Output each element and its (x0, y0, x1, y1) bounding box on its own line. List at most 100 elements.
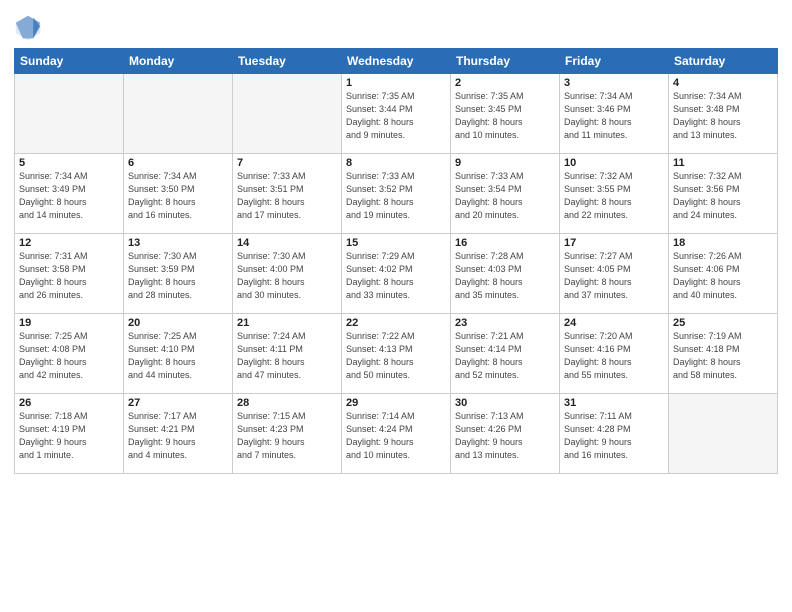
day-info: Sunrise: 7:32 AM Sunset: 3:56 PM Dayligh… (673, 170, 773, 222)
day-number: 5 (19, 157, 119, 169)
calendar-cell: 26Sunrise: 7:18 AM Sunset: 4:19 PM Dayli… (15, 394, 124, 474)
calendar-cell: 3Sunrise: 7:34 AM Sunset: 3:46 PM Daylig… (560, 74, 669, 154)
day-info: Sunrise: 7:30 AM Sunset: 3:59 PM Dayligh… (128, 250, 228, 302)
calendar-cell: 1Sunrise: 7:35 AM Sunset: 3:44 PM Daylig… (342, 74, 451, 154)
calendar-cell: 9Sunrise: 7:33 AM Sunset: 3:54 PM Daylig… (451, 154, 560, 234)
day-number: 22 (346, 317, 446, 329)
calendar-cell: 6Sunrise: 7:34 AM Sunset: 3:50 PM Daylig… (124, 154, 233, 234)
day-number: 19 (19, 317, 119, 329)
day-number: 27 (128, 397, 228, 409)
day-number: 18 (673, 237, 773, 249)
calendar-cell: 11Sunrise: 7:32 AM Sunset: 3:56 PM Dayli… (669, 154, 778, 234)
day-number: 15 (346, 237, 446, 249)
day-info: Sunrise: 7:17 AM Sunset: 4:21 PM Dayligh… (128, 410, 228, 462)
day-info: Sunrise: 7:35 AM Sunset: 3:44 PM Dayligh… (346, 90, 446, 142)
calendar-cell: 10Sunrise: 7:32 AM Sunset: 3:55 PM Dayli… (560, 154, 669, 234)
day-info: Sunrise: 7:13 AM Sunset: 4:26 PM Dayligh… (455, 410, 555, 462)
calendar-cell: 20Sunrise: 7:25 AM Sunset: 4:10 PM Dayli… (124, 314, 233, 394)
day-number: 29 (346, 397, 446, 409)
page: SundayMondayTuesdayWednesdayThursdayFrid… (0, 0, 792, 612)
calendar-cell: 8Sunrise: 7:33 AM Sunset: 3:52 PM Daylig… (342, 154, 451, 234)
day-number: 16 (455, 237, 555, 249)
calendar-cell: 15Sunrise: 7:29 AM Sunset: 4:02 PM Dayli… (342, 234, 451, 314)
calendar-cell: 13Sunrise: 7:30 AM Sunset: 3:59 PM Dayli… (124, 234, 233, 314)
day-info: Sunrise: 7:25 AM Sunset: 4:08 PM Dayligh… (19, 330, 119, 382)
weekday-header-wednesday: Wednesday (342, 49, 451, 74)
calendar-cell: 21Sunrise: 7:24 AM Sunset: 4:11 PM Dayli… (233, 314, 342, 394)
calendar-cell (233, 74, 342, 154)
day-number: 7 (237, 157, 337, 169)
day-info: Sunrise: 7:33 AM Sunset: 3:52 PM Dayligh… (346, 170, 446, 222)
day-info: Sunrise: 7:28 AM Sunset: 4:03 PM Dayligh… (455, 250, 555, 302)
weekday-header-thursday: Thursday (451, 49, 560, 74)
weekday-header-tuesday: Tuesday (233, 49, 342, 74)
calendar-cell: 19Sunrise: 7:25 AM Sunset: 4:08 PM Dayli… (15, 314, 124, 394)
day-info: Sunrise: 7:35 AM Sunset: 3:45 PM Dayligh… (455, 90, 555, 142)
day-info: Sunrise: 7:33 AM Sunset: 3:54 PM Dayligh… (455, 170, 555, 222)
day-info: Sunrise: 7:26 AM Sunset: 4:06 PM Dayligh… (673, 250, 773, 302)
calendar-cell: 23Sunrise: 7:21 AM Sunset: 4:14 PM Dayli… (451, 314, 560, 394)
day-info: Sunrise: 7:34 AM Sunset: 3:48 PM Dayligh… (673, 90, 773, 142)
calendar-cell: 5Sunrise: 7:34 AM Sunset: 3:49 PM Daylig… (15, 154, 124, 234)
week-row-5: 26Sunrise: 7:18 AM Sunset: 4:19 PM Dayli… (15, 394, 778, 474)
day-info: Sunrise: 7:15 AM Sunset: 4:23 PM Dayligh… (237, 410, 337, 462)
day-info: Sunrise: 7:34 AM Sunset: 3:46 PM Dayligh… (564, 90, 664, 142)
day-info: Sunrise: 7:20 AM Sunset: 4:16 PM Dayligh… (564, 330, 664, 382)
calendar-cell (124, 74, 233, 154)
calendar-cell: 30Sunrise: 7:13 AM Sunset: 4:26 PM Dayli… (451, 394, 560, 474)
day-info: Sunrise: 7:29 AM Sunset: 4:02 PM Dayligh… (346, 250, 446, 302)
calendar-cell: 7Sunrise: 7:33 AM Sunset: 3:51 PM Daylig… (233, 154, 342, 234)
day-number: 13 (128, 237, 228, 249)
day-number: 24 (564, 317, 664, 329)
header (14, 10, 778, 42)
calendar-cell: 14Sunrise: 7:30 AM Sunset: 4:00 PM Dayli… (233, 234, 342, 314)
calendar-cell: 27Sunrise: 7:17 AM Sunset: 4:21 PM Dayli… (124, 394, 233, 474)
day-number: 17 (564, 237, 664, 249)
day-number: 8 (346, 157, 446, 169)
calendar-cell: 16Sunrise: 7:28 AM Sunset: 4:03 PM Dayli… (451, 234, 560, 314)
week-row-1: 1Sunrise: 7:35 AM Sunset: 3:44 PM Daylig… (15, 74, 778, 154)
day-number: 20 (128, 317, 228, 329)
day-info: Sunrise: 7:22 AM Sunset: 4:13 PM Dayligh… (346, 330, 446, 382)
day-number: 25 (673, 317, 773, 329)
day-number: 4 (673, 77, 773, 89)
weekday-header-saturday: Saturday (669, 49, 778, 74)
day-number: 26 (19, 397, 119, 409)
day-info: Sunrise: 7:24 AM Sunset: 4:11 PM Dayligh… (237, 330, 337, 382)
weekday-header-monday: Monday (124, 49, 233, 74)
calendar-cell: 2Sunrise: 7:35 AM Sunset: 3:45 PM Daylig… (451, 74, 560, 154)
week-row-2: 5Sunrise: 7:34 AM Sunset: 3:49 PM Daylig… (15, 154, 778, 234)
calendar-cell: 18Sunrise: 7:26 AM Sunset: 4:06 PM Dayli… (669, 234, 778, 314)
day-number: 9 (455, 157, 555, 169)
day-info: Sunrise: 7:30 AM Sunset: 4:00 PM Dayligh… (237, 250, 337, 302)
day-info: Sunrise: 7:14 AM Sunset: 4:24 PM Dayligh… (346, 410, 446, 462)
day-number: 28 (237, 397, 337, 409)
calendar: SundayMondayTuesdayWednesdayThursdayFrid… (14, 48, 778, 474)
day-info: Sunrise: 7:27 AM Sunset: 4:05 PM Dayligh… (564, 250, 664, 302)
calendar-cell (15, 74, 124, 154)
calendar-cell (669, 394, 778, 474)
day-info: Sunrise: 7:11 AM Sunset: 4:28 PM Dayligh… (564, 410, 664, 462)
calendar-cell: 24Sunrise: 7:20 AM Sunset: 4:16 PM Dayli… (560, 314, 669, 394)
day-number: 23 (455, 317, 555, 329)
day-info: Sunrise: 7:33 AM Sunset: 3:51 PM Dayligh… (237, 170, 337, 222)
day-info: Sunrise: 7:34 AM Sunset: 3:49 PM Dayligh… (19, 170, 119, 222)
calendar-cell: 29Sunrise: 7:14 AM Sunset: 4:24 PM Dayli… (342, 394, 451, 474)
calendar-cell: 31Sunrise: 7:11 AM Sunset: 4:28 PM Dayli… (560, 394, 669, 474)
calendar-cell: 22Sunrise: 7:22 AM Sunset: 4:13 PM Dayli… (342, 314, 451, 394)
day-number: 3 (564, 77, 664, 89)
calendar-cell: 12Sunrise: 7:31 AM Sunset: 3:58 PM Dayli… (15, 234, 124, 314)
day-info: Sunrise: 7:19 AM Sunset: 4:18 PM Dayligh… (673, 330, 773, 382)
day-number: 6 (128, 157, 228, 169)
day-number: 30 (455, 397, 555, 409)
day-number: 2 (455, 77, 555, 89)
week-row-4: 19Sunrise: 7:25 AM Sunset: 4:08 PM Dayli… (15, 314, 778, 394)
calendar-cell: 4Sunrise: 7:34 AM Sunset: 3:48 PM Daylig… (669, 74, 778, 154)
day-info: Sunrise: 7:34 AM Sunset: 3:50 PM Dayligh… (128, 170, 228, 222)
week-row-3: 12Sunrise: 7:31 AM Sunset: 3:58 PM Dayli… (15, 234, 778, 314)
calendar-cell: 17Sunrise: 7:27 AM Sunset: 4:05 PM Dayli… (560, 234, 669, 314)
day-number: 1 (346, 77, 446, 89)
day-number: 14 (237, 237, 337, 249)
day-info: Sunrise: 7:25 AM Sunset: 4:10 PM Dayligh… (128, 330, 228, 382)
day-info: Sunrise: 7:21 AM Sunset: 4:14 PM Dayligh… (455, 330, 555, 382)
